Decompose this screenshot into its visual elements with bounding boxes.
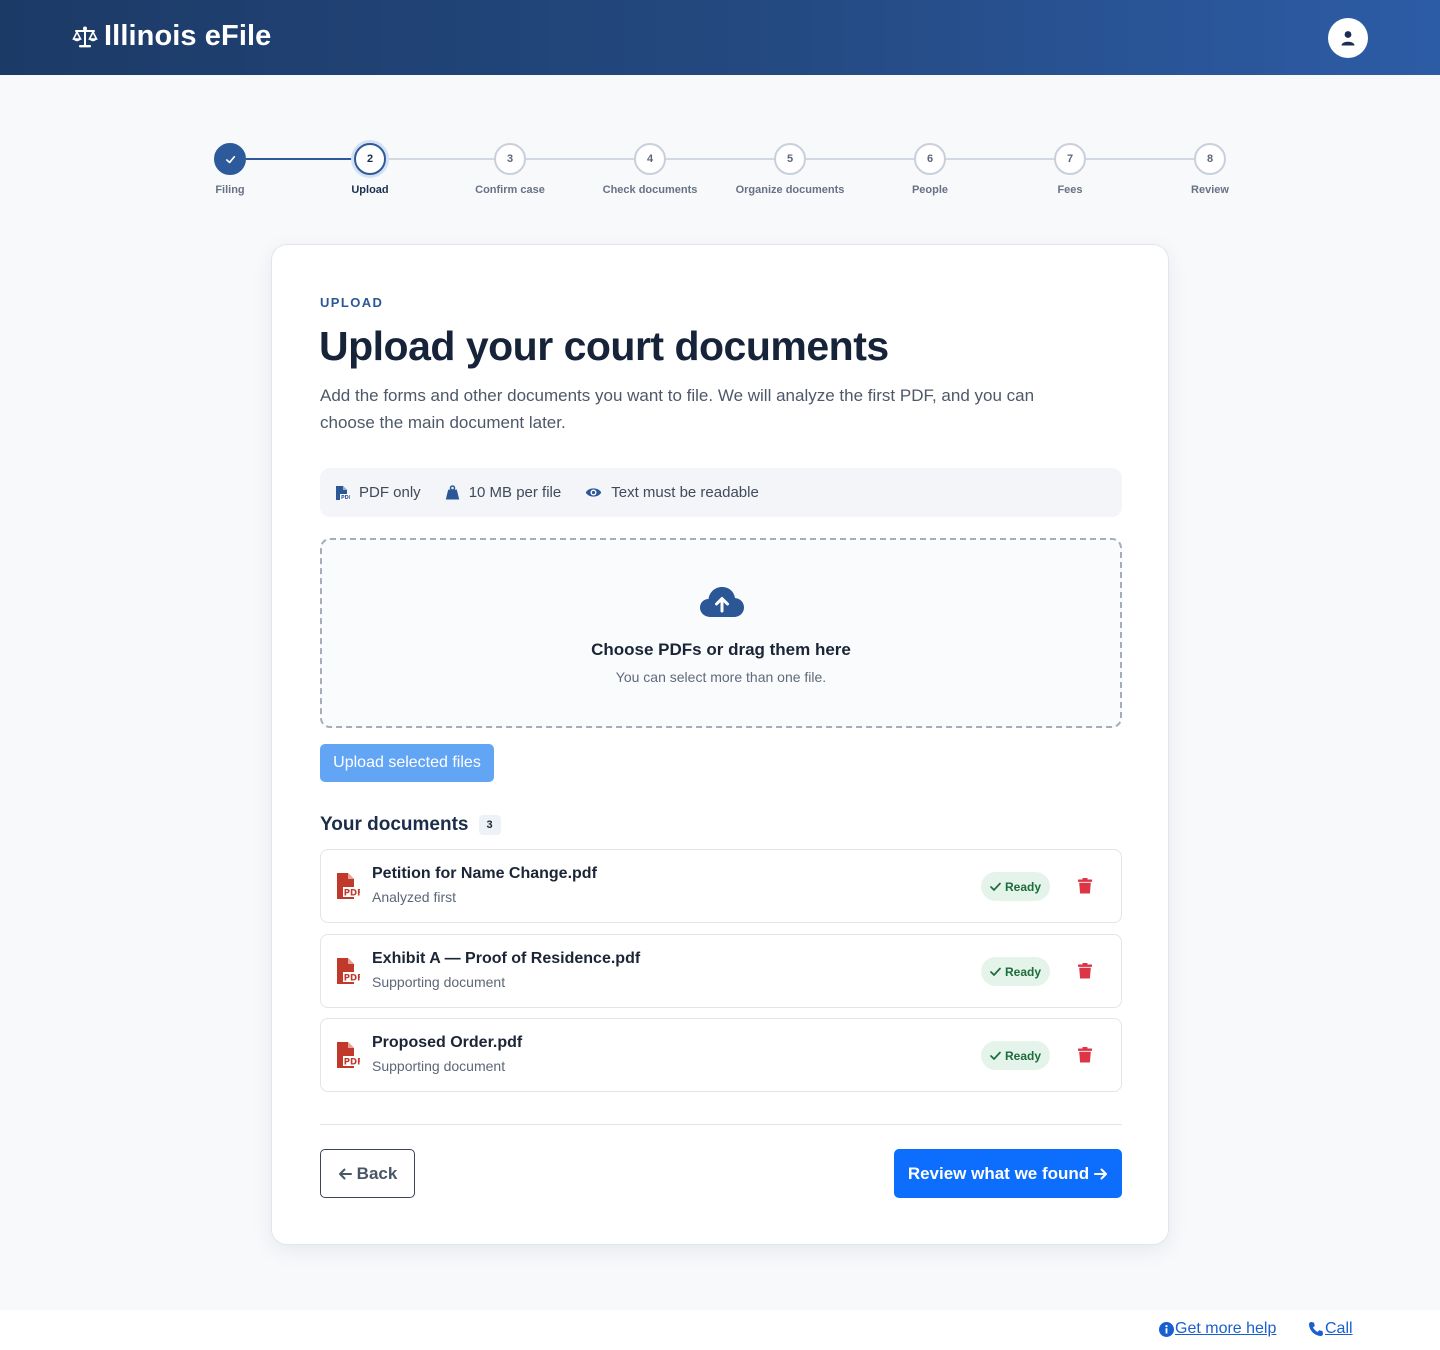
- step-fees[interactable]: 7 Fees: [1000, 143, 1140, 196]
- status-text: Ready: [1005, 964, 1042, 979]
- step-confirm-case[interactable]: 3 Confirm case: [440, 143, 580, 196]
- check-icon: [990, 882, 1001, 891]
- brand-name: Illinois eFile: [104, 20, 272, 52]
- phone-icon: [1309, 1322, 1323, 1336]
- step-filing[interactable]: Filing: [160, 143, 300, 196]
- document-subtitle: Analyzed first: [372, 889, 457, 905]
- back-button[interactable]: Back: [320, 1149, 415, 1198]
- svg-text:PDF: PDF: [344, 1058, 360, 1068]
- footer: Get more help Call: [0, 1310, 1440, 1350]
- section-eyebrow: UPLOAD: [320, 295, 384, 310]
- scale-balance-icon: [72, 26, 98, 47]
- check-icon: [990, 1051, 1001, 1060]
- documents-heading: Your documents 3: [320, 814, 501, 836]
- status-text: Ready: [1005, 879, 1042, 894]
- delete-document-button[interactable]: [1073, 874, 1097, 898]
- eye-icon: [586, 488, 602, 497]
- divider: [320, 1124, 1122, 1125]
- step-circle: 3: [494, 143, 526, 175]
- user-icon: [1341, 31, 1355, 46]
- document-row: PDF Proposed Order.pdf Supporting docume…: [320, 1018, 1122, 1092]
- dropzone-subtitle: You can select more than one file.: [615, 669, 827, 685]
- pdf-file-icon: PDF: [336, 485, 350, 501]
- step-label: Review: [1191, 184, 1229, 196]
- step-label: Upload: [351, 184, 389, 196]
- upload-card: UPLOAD Upload your court documents Add t…: [271, 244, 1169, 1245]
- step-label: Check documents: [602, 184, 698, 196]
- help-link-text: Get more help: [1175, 1320, 1277, 1337]
- document-name: Exhibit A — Proof of Residence.pdf: [372, 950, 641, 967]
- step-circle: 6: [914, 143, 946, 175]
- account-button[interactable]: [1328, 18, 1368, 58]
- step-label: People: [911, 184, 949, 196]
- cloud-upload-icon: [700, 587, 744, 617]
- requirement-pdf: PDF PDF only: [335, 484, 421, 501]
- arrow-right-icon: [1094, 1168, 1108, 1179]
- svg-text:PDF: PDF: [344, 889, 360, 899]
- call-link-text: Call: [1325, 1320, 1353, 1337]
- trash-icon: [1078, 963, 1092, 979]
- pdf-file-icon: PDF: [337, 958, 360, 984]
- requirement-size: 10 MB per file: [445, 484, 562, 501]
- page-description: Add the forms and other documents you wa…: [320, 386, 1035, 432]
- check-icon: [990, 967, 1001, 976]
- step-organize-documents[interactable]: 5 Organize documents: [720, 143, 860, 196]
- step-label: Confirm case: [475, 184, 545, 196]
- requirement-text: PDF only: [359, 484, 421, 501]
- step-circle: 2: [354, 143, 386, 175]
- step-circle: 5: [774, 143, 806, 175]
- step-circle: 4: [634, 143, 666, 175]
- svg-text:PDF: PDF: [341, 495, 350, 501]
- step-label: Fees: [1057, 184, 1083, 196]
- step-check-documents[interactable]: 4 Check documents: [580, 143, 720, 196]
- trash-icon: [1078, 878, 1092, 894]
- file-requirements: PDF PDF only 10 MB per file Text must be…: [320, 468, 1122, 517]
- step-upload[interactable]: 2 Upload: [300, 143, 440, 196]
- delete-document-button[interactable]: [1073, 1043, 1097, 1067]
- page-title: Upload your court documents: [319, 323, 889, 369]
- step-circle: 8: [1194, 143, 1226, 175]
- get-more-help-link[interactable]: Get more help: [1159, 1320, 1276, 1338]
- brand[interactable]: Illinois eFile: [72, 20, 271, 53]
- requirement-text: 10 MB per file: [468, 484, 562, 501]
- step-label: Organize documents: [735, 184, 845, 196]
- requirement-readable: Text must be readable: [585, 484, 759, 501]
- document-subtitle: Supporting document: [372, 1058, 506, 1074]
- document-row: PDF Exhibit A — Proof of Residence.pdf S…: [320, 934, 1122, 1008]
- file-dropzone[interactable]: Choose PDFs or drag them here You can se…: [320, 538, 1122, 728]
- pdf-file-icon: PDF: [337, 873, 360, 899]
- arrow-left-icon: [338, 1168, 352, 1179]
- status-text: Ready: [1005, 1048, 1042, 1063]
- review-what-we-found-button[interactable]: Review what we found: [894, 1149, 1122, 1198]
- svg-text:PDF: PDF: [344, 974, 360, 984]
- document-name: Proposed Order.pdf: [372, 1034, 523, 1051]
- delete-document-button[interactable]: [1073, 959, 1097, 983]
- top-bar: Illinois eFile: [0, 0, 1440, 75]
- step-label: Filing: [215, 184, 245, 196]
- step-circle: [214, 143, 246, 175]
- step-people[interactable]: 6 People: [860, 143, 1000, 196]
- document-row: PDF Petition for Name Change.pdf Analyze…: [320, 849, 1122, 923]
- dropzone-title: Choose PDFs or drag them here: [591, 640, 851, 659]
- status-badge: Ready: [981, 872, 1051, 901]
- next-button-label: Review what we found: [907, 1163, 1090, 1183]
- pdf-file-icon: PDF: [337, 1042, 360, 1068]
- trash-icon: [1078, 1047, 1092, 1063]
- documents-count-badge: 3: [478, 815, 501, 835]
- weight-icon: [445, 485, 459, 500]
- documents-title: Your documents: [320, 814, 469, 835]
- status-badge: Ready: [981, 957, 1051, 986]
- document-name: Petition for Name Change.pdf: [372, 865, 597, 882]
- info-icon: [1159, 1321, 1174, 1337]
- upload-selected-files-button[interactable]: Upload selected files: [320, 744, 494, 782]
- call-link[interactable]: Call: [1308, 1320, 1353, 1338]
- back-button-label: Back: [356, 1163, 398, 1183]
- progress-stepper: Filing 2 Upload 3 Confirm case 4 Check d…: [0, 143, 1440, 203]
- step-circle: 7: [1054, 143, 1086, 175]
- check-icon: [225, 155, 235, 163]
- requirement-text: Text must be readable: [611, 484, 759, 501]
- document-subtitle: Supporting document: [372, 974, 506, 990]
- status-badge: Ready: [981, 1041, 1051, 1070]
- step-review[interactable]: 8 Review: [1140, 143, 1280, 196]
